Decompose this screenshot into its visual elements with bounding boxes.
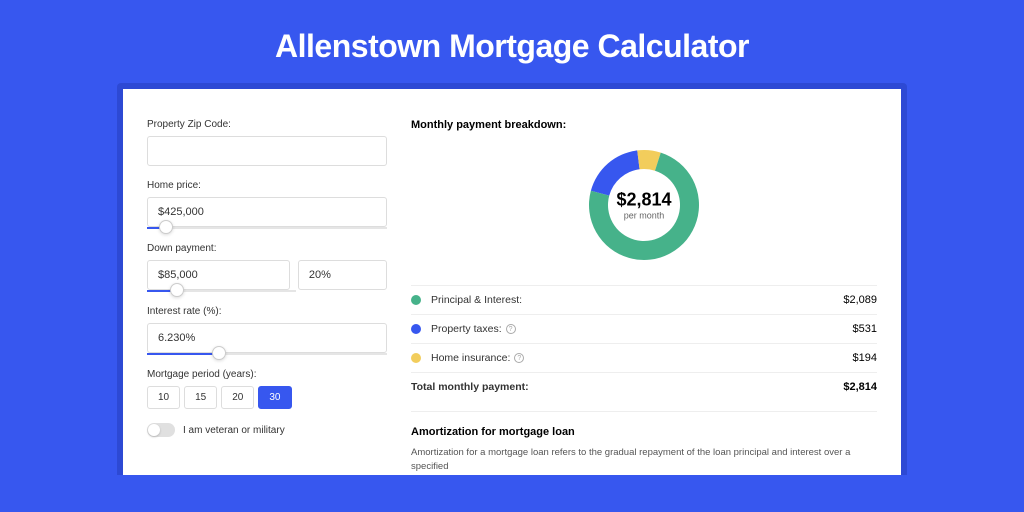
slider-fill (147, 353, 219, 355)
slider-handle[interactable] (170, 283, 184, 297)
amortization-title: Amortization for mortgage loan (411, 426, 877, 438)
legend-row: Home insurance:?$194 (411, 343, 877, 372)
info-icon[interactable]: ? (506, 324, 516, 334)
home-price-label: Home price: (147, 180, 387, 191)
donut-chart: $2,814 per month (411, 145, 877, 265)
period-option-30[interactable]: 30 (258, 386, 291, 409)
period-field: Mortgage period (years): 10152030 (147, 369, 387, 409)
slider-handle[interactable] (212, 346, 226, 360)
legend-dot (411, 324, 421, 334)
down-payment-label: Down payment: (147, 243, 387, 254)
zip-field: Property Zip Code: (147, 119, 387, 166)
home-price-slider[interactable] (147, 227, 387, 229)
slider-handle[interactable] (159, 220, 173, 234)
donut-center: $2,814 per month (616, 190, 671, 221)
legend-label: Property taxes:? (431, 323, 853, 335)
legend-label: Principal & Interest: (431, 294, 843, 306)
legend-value: $194 (853, 352, 877, 364)
down-payment-input[interactable] (147, 260, 290, 290)
donut-sub: per month (616, 211, 671, 221)
period-option-10[interactable]: 10 (147, 386, 180, 409)
inputs-column: Property Zip Code: Home price: Down paym… (147, 119, 387, 475)
home-price-field: Home price: (147, 180, 387, 229)
down-payment-field: Down payment: (147, 243, 387, 292)
legend-row: Property taxes:?$531 (411, 314, 877, 343)
amortization-text: Amortization for a mortgage loan refers … (411, 446, 877, 475)
legend-dot (411, 353, 421, 363)
home-price-input[interactable] (147, 197, 387, 227)
zip-label: Property Zip Code: (147, 119, 387, 130)
legend-total-value: $2,814 (843, 381, 877, 393)
breakdown-column: Monthly payment breakdown: $2,814 per mo… (411, 119, 877, 475)
period-options: 10152030 (147, 386, 387, 409)
legend-total-row: Total monthly payment:$2,814 (411, 372, 877, 401)
legend-dot (411, 295, 421, 305)
interest-input[interactable] (147, 323, 387, 353)
legend: Principal & Interest:$2,089Property taxe… (411, 285, 877, 401)
legend-value: $531 (853, 323, 877, 335)
interest-label: Interest rate (%): (147, 306, 387, 317)
period-option-20[interactable]: 20 (221, 386, 254, 409)
interest-field: Interest rate (%): (147, 306, 387, 355)
legend-label: Home insurance:? (431, 352, 853, 364)
veteran-label: I am veteran or military (183, 425, 285, 436)
legend-row: Principal & Interest:$2,089 (411, 285, 877, 314)
zip-input[interactable] (147, 136, 387, 166)
veteran-toggle[interactable] (147, 423, 175, 437)
down-payment-pct-input[interactable] (298, 260, 387, 290)
period-label: Mortgage period (years): (147, 369, 387, 380)
card-container: Property Zip Code: Home price: Down paym… (117, 83, 907, 475)
legend-total-label: Total monthly payment: (411, 381, 843, 393)
amortization-section: Amortization for mortgage loan Amortizat… (411, 411, 877, 475)
breakdown-title: Monthly payment breakdown: (411, 119, 877, 131)
page-title: Allenstown Mortgage Calculator (0, 28, 1024, 65)
veteran-row: I am veteran or military (147, 423, 387, 437)
info-icon[interactable]: ? (514, 353, 524, 363)
down-payment-slider[interactable] (147, 290, 296, 292)
calculator-card: Property Zip Code: Home price: Down paym… (123, 89, 901, 475)
interest-slider[interactable] (147, 353, 387, 355)
legend-value: $2,089 (843, 294, 877, 306)
period-option-15[interactable]: 15 (184, 386, 217, 409)
donut-value: $2,814 (616, 190, 671, 211)
page-header: Allenstown Mortgage Calculator (0, 0, 1024, 83)
